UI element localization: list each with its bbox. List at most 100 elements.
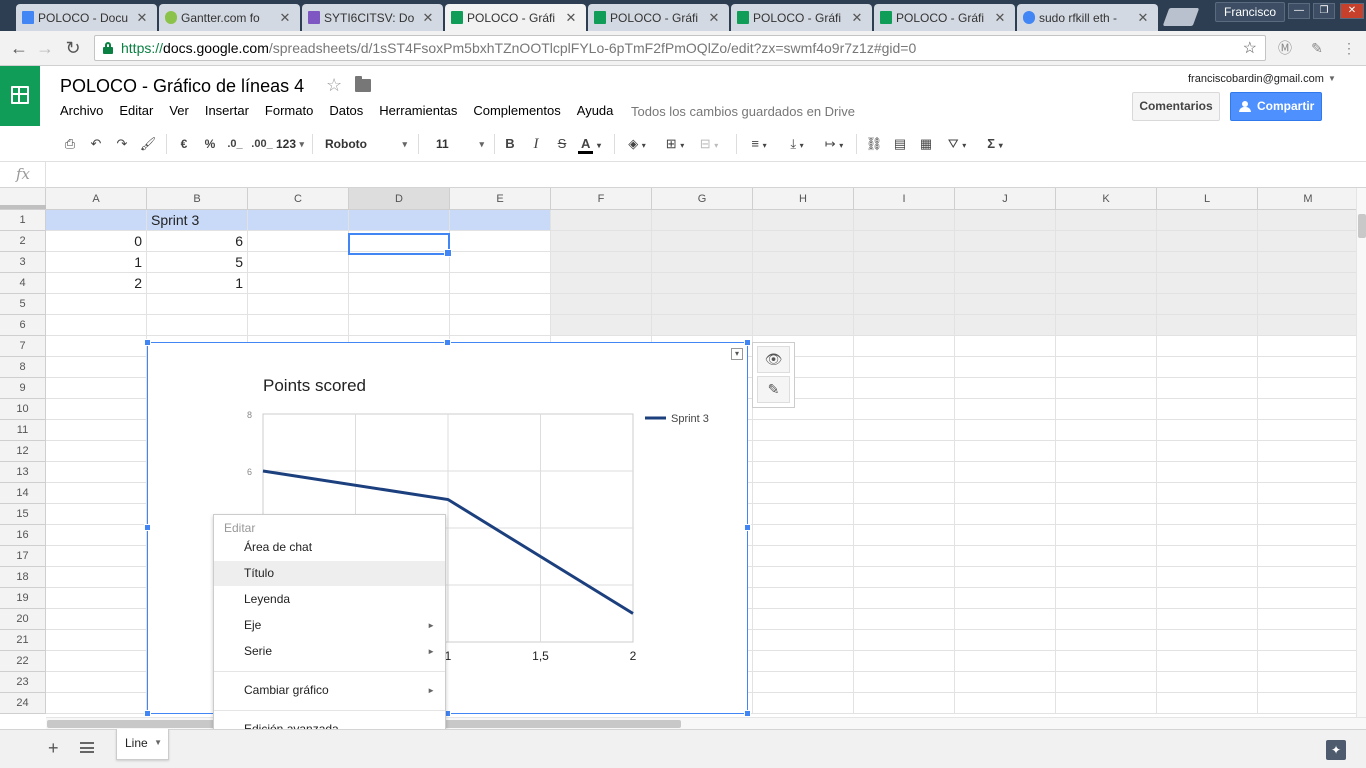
cell[interactable] — [1157, 378, 1258, 399]
align-left-icon[interactable]: ≡ ▾ — [744, 134, 774, 154]
cell[interactable] — [1056, 357, 1157, 378]
cell[interactable] — [1258, 315, 1356, 336]
row-header[interactable]: 7 — [0, 336, 46, 357]
menu-editar[interactable]: Editar — [119, 103, 153, 118]
cell[interactable] — [46, 420, 147, 441]
cell[interactable] — [46, 672, 147, 693]
close-icon[interactable]: ✕ — [135, 10, 149, 26]
cell[interactable] — [652, 252, 753, 273]
cell[interactable] — [1056, 231, 1157, 252]
cell[interactable] — [854, 378, 955, 399]
restore-icon[interactable]: ❐ — [1313, 3, 1335, 19]
menu-dots-icon[interactable]: ⋮ — [1340, 39, 1358, 57]
cell[interactable] — [551, 210, 652, 231]
decrease-decimals-button[interactable]: .0_ — [224, 134, 246, 154]
cell[interactable] — [753, 252, 854, 273]
sheet-tab-caret-icon[interactable]: ▼ — [154, 729, 162, 757]
cell[interactable] — [955, 210, 1056, 231]
cell[interactable] — [753, 483, 854, 504]
cell[interactable] — [753, 294, 854, 315]
cell[interactable] — [46, 294, 147, 315]
cell[interactable] — [1056, 483, 1157, 504]
column-header-k[interactable]: K — [1056, 188, 1157, 210]
explore-icon[interactable]: ✦ — [1326, 740, 1346, 760]
user-email[interactable]: franciscobardin@gmail.com — [1188, 73, 1324, 85]
cell[interactable] — [955, 357, 1056, 378]
cell[interactable] — [854, 441, 955, 462]
cell[interactable] — [1157, 672, 1258, 693]
cell[interactable] — [753, 609, 854, 630]
cell[interactable] — [1258, 588, 1356, 609]
row-header[interactable]: 5 — [0, 294, 46, 315]
cell[interactable] — [955, 525, 1056, 546]
cell[interactable] — [1157, 357, 1258, 378]
cell[interactable] — [1258, 252, 1356, 273]
column-header-a[interactable]: A — [46, 188, 147, 210]
cell[interactable] — [854, 294, 955, 315]
cell[interactable] — [1056, 525, 1157, 546]
cell[interactable] — [854, 210, 955, 231]
menu-item-title[interactable]: Título — [214, 561, 445, 586]
cell-b3[interactable]: 5 — [147, 252, 248, 273]
cell[interactable] — [1258, 357, 1356, 378]
cell[interactable] — [753, 651, 854, 672]
cell[interactable] — [46, 567, 147, 588]
menu-formato[interactable]: Formato — [265, 103, 313, 118]
cell[interactable] — [1056, 294, 1157, 315]
cell[interactable] — [1056, 420, 1157, 441]
cell[interactable] — [46, 483, 147, 504]
cell[interactable] — [854, 483, 955, 504]
eyedropper-extension-icon[interactable]: ✎ — [1308, 39, 1326, 57]
cell[interactable] — [1056, 252, 1157, 273]
cell[interactable] — [1157, 546, 1258, 567]
menu-item-axis[interactable]: Eje ► — [214, 613, 445, 638]
cell[interactable] — [551, 294, 652, 315]
cell[interactable] — [1157, 462, 1258, 483]
cell[interactable] — [753, 546, 854, 567]
cell[interactable] — [955, 546, 1056, 567]
close-icon[interactable]: ✕ — [421, 10, 435, 26]
cell[interactable] — [1157, 252, 1258, 273]
cell[interactable] — [1258, 294, 1356, 315]
column-header-f[interactable]: F — [551, 188, 652, 210]
row-header[interactable]: 18 — [0, 567, 46, 588]
cell[interactable] — [955, 336, 1056, 357]
cell[interactable] — [854, 630, 955, 651]
cell[interactable] — [955, 567, 1056, 588]
row-header[interactable]: 23 — [0, 672, 46, 693]
column-header-i[interactable]: I — [854, 188, 955, 210]
cell[interactable] — [955, 273, 1056, 294]
row-header[interactable]: 4 — [0, 273, 46, 294]
cell[interactable] — [1258, 231, 1356, 252]
column-header-h[interactable]: H — [753, 188, 854, 210]
redo-icon[interactable]: ↷ — [112, 134, 132, 154]
row-header[interactable]: 1 — [0, 210, 46, 231]
cell[interactable] — [1157, 504, 1258, 525]
cell[interactable] — [1258, 483, 1356, 504]
cell[interactable] — [46, 210, 147, 231]
row-header[interactable]: 21 — [0, 630, 46, 651]
share-button[interactable]: Compartir — [1230, 92, 1322, 121]
cell[interactable] — [1258, 630, 1356, 651]
row-header[interactable]: 14 — [0, 483, 46, 504]
cell[interactable] — [854, 567, 955, 588]
cell[interactable] — [854, 651, 955, 672]
filter-icon[interactable]: ⛛ ▾ — [942, 134, 972, 154]
cell[interactable] — [1157, 525, 1258, 546]
close-icon[interactable]: ✕ — [707, 10, 721, 26]
borders-icon[interactable]: ⊞ ▾ — [660, 134, 690, 154]
formula-input[interactable] — [50, 162, 1350, 188]
currency-button[interactable]: € — [174, 134, 194, 154]
eye-icon[interactable]: 👁 — [757, 346, 790, 373]
add-sheet-icon[interactable]: + — [48, 739, 59, 757]
menu-herramientas[interactable]: Herramientas — [379, 103, 457, 118]
cell[interactable] — [1258, 441, 1356, 462]
print-icon[interactable]: ⎙ — [60, 134, 80, 154]
reload-icon[interactable]: ↻ — [62, 37, 84, 59]
cell[interactable] — [854, 504, 955, 525]
cell[interactable] — [46, 504, 147, 525]
cell[interactable] — [450, 210, 551, 231]
cell[interactable] — [955, 672, 1056, 693]
cell-b1[interactable]: Sprint 3 — [147, 210, 248, 231]
cell[interactable] — [1258, 378, 1356, 399]
